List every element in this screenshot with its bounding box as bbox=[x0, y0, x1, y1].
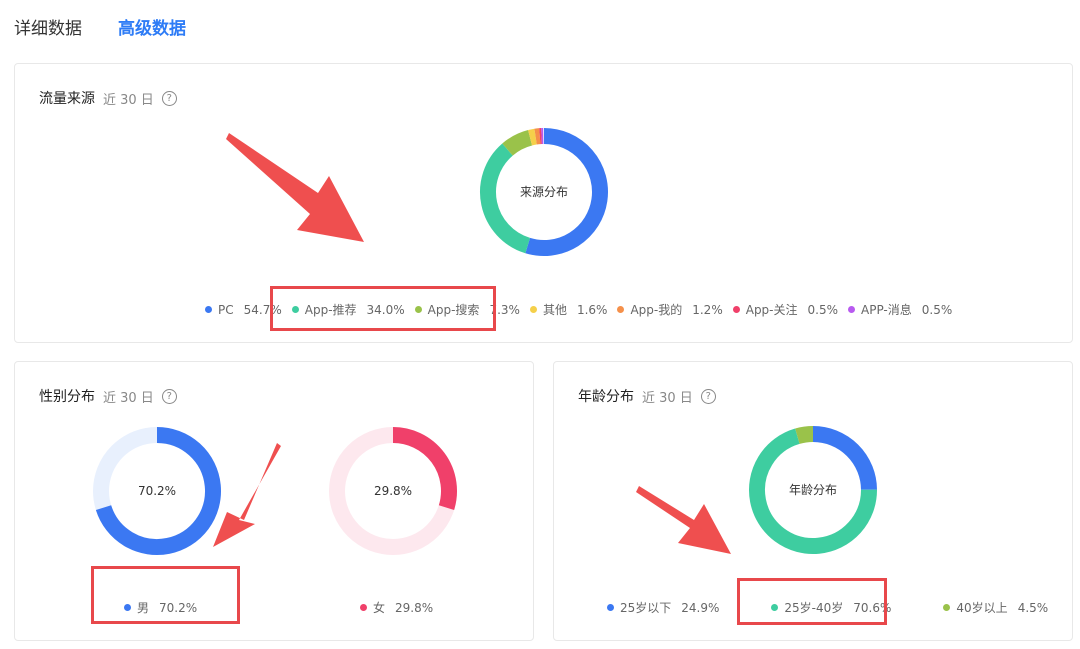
highlight-box-age-25-40 bbox=[737, 578, 887, 625]
female-donut-chart: 29.8% bbox=[329, 427, 457, 555]
source-donut-chart: 来源分布 bbox=[480, 128, 608, 256]
donut-slice-4[interactable] bbox=[528, 128, 537, 146]
legend-dot bbox=[732, 306, 740, 313]
donut-center-label: 29.8% bbox=[374, 484, 412, 498]
date-range-label: 近 30 日 bbox=[103, 92, 154, 108]
legend-item[interactable]: 40岁以上 4.5% bbox=[943, 599, 1048, 616]
date-range-label: 近 30 日 bbox=[103, 390, 154, 406]
highlight-box-male bbox=[91, 566, 240, 624]
help-icon[interactable]: ? bbox=[700, 388, 716, 404]
legend-dot bbox=[360, 604, 367, 611]
legend-value: 0.5% bbox=[807, 302, 839, 317]
tab-detailed-data[interactable]: 详细数据 bbox=[14, 14, 82, 39]
legend-value: 4.5% bbox=[1017, 600, 1049, 615]
card-title: 性别分布 bbox=[39, 389, 95, 405]
legend-value: 0.5% bbox=[921, 302, 953, 317]
donut-slice-3[interactable] bbox=[795, 426, 814, 444]
legend-value: 29.8% bbox=[395, 600, 434, 615]
legend-label: 女 bbox=[373, 601, 386, 615]
donut-center-label: 年龄分布 bbox=[789, 483, 837, 497]
card-title: 流量来源 bbox=[39, 91, 95, 107]
legend-item[interactable]: 其他 1.6% bbox=[529, 301, 608, 318]
male-donut-chart: 70.2% bbox=[93, 427, 221, 555]
highlight-box-app-recommend-search bbox=[270, 286, 496, 331]
legend-value: 1.2% bbox=[692, 302, 723, 317]
female-legend: 女 29.8% bbox=[360, 599, 433, 616]
card-title: 年龄分布 bbox=[578, 389, 634, 405]
legend-dot bbox=[943, 604, 951, 611]
legend-label: 25岁以下 bbox=[620, 601, 672, 615]
age-donut-chart: 年龄分布 bbox=[749, 426, 877, 554]
legend-dot bbox=[607, 604, 614, 611]
legend-label: PC bbox=[218, 302, 234, 317]
legend-label: APP-消息 bbox=[861, 303, 912, 317]
legend-label: 其他 bbox=[542, 303, 567, 317]
tab-advanced-data[interactable]: 高级数据 bbox=[118, 14, 186, 39]
legend-dot bbox=[848, 306, 856, 313]
help-icon[interactable]: ? bbox=[161, 90, 177, 106]
traffic-source-card: 流量来源 近 30 日 ? 来源分布 PC 54.7% App-推荐 34.0% App… bbox=[14, 63, 1073, 343]
legend-dot bbox=[205, 306, 212, 313]
legend-item[interactable]: App-我的 1.2% bbox=[617, 301, 723, 318]
legend-item[interactable]: APP-消息 0.5% bbox=[848, 301, 952, 318]
legend-item[interactable]: App-关注 0.5% bbox=[732, 301, 839, 318]
legend-label: 40岁以上 bbox=[956, 601, 1008, 615]
donut-slice-3[interactable] bbox=[502, 130, 533, 156]
traffic-source-header: 流量来源 近 30 日 ? bbox=[39, 88, 177, 108]
help-icon[interactable]: ? bbox=[161, 388, 177, 404]
age-header: 年龄分布 近 30 日 ? bbox=[578, 386, 716, 406]
gender-header: 性别分布 近 30 日 ? bbox=[39, 386, 177, 406]
legend-item[interactable]: 女 29.8% bbox=[360, 599, 433, 616]
legend-value: 1.6% bbox=[576, 302, 608, 317]
date-range-label: 近 30 日 bbox=[642, 390, 693, 406]
legend-label: App-我的 bbox=[630, 303, 683, 317]
donut-slice-1[interactable] bbox=[812, 426, 877, 491]
legend-dot bbox=[529, 306, 537, 313]
donut-center-label: 来源分布 bbox=[520, 185, 568, 199]
legend-label: App-关注 bbox=[745, 303, 798, 317]
donut-center-label: 70.2% bbox=[138, 484, 176, 498]
tab-bar: 详细数据 高级数据 bbox=[14, 14, 186, 39]
legend-dot bbox=[617, 306, 625, 313]
legend-item[interactable]: 25岁以下 24.9% bbox=[607, 599, 719, 616]
legend-value: 24.9% bbox=[681, 600, 720, 615]
